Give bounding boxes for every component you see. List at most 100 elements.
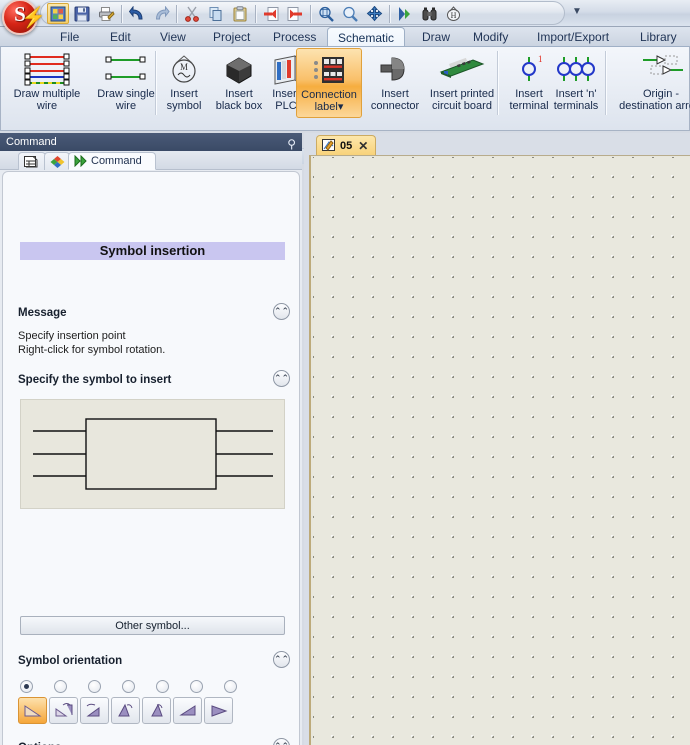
page-tab[interactable] <box>18 152 46 170</box>
orientation-radio-3[interactable] <box>122 680 135 693</box>
button-label-line2: destination arrow <box>619 99 690 112</box>
previous-page-icon[interactable] <box>260 3 282 24</box>
other-symbol-button[interactable]: Other symbol... <box>20 616 285 635</box>
binoculars-icon[interactable] <box>418 3 440 24</box>
chevron-up-icon[interactable]: ⌃⌃ <box>273 738 290 745</box>
orientation-4-icon <box>147 702 167 719</box>
button-label-line2: circuit board <box>432 99 492 112</box>
insert-black-box-button[interactable]: Insert black box <box>207 48 271 112</box>
chevron-up-icon[interactable]: ⌃⌃ <box>273 303 290 320</box>
orientation-radio-0[interactable] <box>20 680 33 693</box>
button-label-line2: terminal <box>509 99 549 112</box>
save-icon[interactable] <box>71 3 93 24</box>
orientation-6-icon <box>209 702 229 719</box>
insert-connector-button[interactable]: Insert connector <box>363 48 427 112</box>
orientation-button-4[interactable] <box>142 697 171 724</box>
origin-destination-arrow-button[interactable]: Origin - destination arrow <box>609 48 690 112</box>
tab-modify[interactable]: Modify <box>463 27 518 47</box>
button-label-line2: connector <box>370 99 420 112</box>
single-wire-icon <box>104 51 148 87</box>
svg-text:M: M <box>180 62 188 72</box>
button-label-line1: Insert printed <box>429 88 495 100</box>
tab-file[interactable]: File <box>50 27 89 47</box>
tab-draw[interactable]: Draw <box>412 27 460 47</box>
document-tab-strip: 05 ✕ <box>304 133 690 155</box>
dock-tab-strip: Command <box>0 151 302 170</box>
pcb-icon <box>437 51 487 87</box>
orientation-button-2[interactable] <box>80 697 109 724</box>
tab-view[interactable]: View <box>150 27 196 47</box>
application-logo-button[interactable]: S ⚡ <box>2 0 46 35</box>
chevron-up-icon[interactable]: ⌃⌃ <box>273 651 290 668</box>
run-icon[interactable] <box>394 3 416 24</box>
undo-icon[interactable] <box>126 3 148 24</box>
tab-schematic[interactable]: Schematic <box>327 27 406 47</box>
document-tab-05[interactable]: 05 ✕ <box>316 135 377 155</box>
button-label-line2: wire <box>36 99 58 112</box>
redo-icon[interactable] <box>150 3 172 24</box>
orientation-radio-4[interactable] <box>156 680 169 693</box>
quick-access-more-button[interactable]: ▼ <box>572 6 582 17</box>
page-icon <box>24 155 38 168</box>
help-icon[interactable]: H <box>442 3 464 24</box>
paste-icon[interactable] <box>229 3 251 24</box>
palette-tab[interactable] <box>44 152 70 170</box>
orientation-radio-1[interactable] <box>54 680 67 693</box>
terminal-icon: 1 <box>513 51 545 87</box>
orientation-radio-6[interactable] <box>224 680 237 693</box>
orientation-button-6[interactable] <box>204 697 233 724</box>
insert-printed-circuit-board-button[interactable]: Insert printed circuit board <box>420 48 504 112</box>
button-label-line1: Connection <box>301 89 357 101</box>
symbol-heading: Specify the symbol to insert <box>18 374 172 386</box>
chevron-up-icon[interactable]: ⌃⌃ <box>273 370 290 387</box>
insert-symbol-button[interactable]: M Insert symbol <box>159 48 209 112</box>
schematic-canvas[interactable] <box>313 157 690 745</box>
ribbon-tab-bar: File Edit View Project Process Schematic… <box>0 27 690 47</box>
orientation-button-3[interactable] <box>111 697 140 724</box>
orientation-button-0[interactable] <box>18 697 47 724</box>
draw-multiple-wire-button[interactable]: Draw multiple wire <box>4 48 90 112</box>
message-line-1: Specify insertion point <box>18 330 126 342</box>
tab-edit[interactable]: Edit <box>100 27 141 47</box>
orientation-heading: Symbol orientation <box>18 655 123 667</box>
pan-icon[interactable] <box>363 3 385 24</box>
connector-icon <box>376 51 414 87</box>
command-panel-body: Symbol insertion Message ⌃⌃ Specify inse… <box>2 171 300 745</box>
button-label-line1: Draw multiple <box>13 88 81 100</box>
draw-single-wire-button[interactable]: Draw single wire <box>90 48 162 112</box>
print-icon[interactable] <box>95 3 117 24</box>
insert-n-terminals-button[interactable]: Insert 'n' terminals <box>544 48 608 112</box>
close-icon[interactable]: ✕ <box>358 139 368 153</box>
command-title: Symbol insertion <box>20 242 285 260</box>
orientation-radio-5[interactable] <box>190 680 203 693</box>
tab-project[interactable]: Project <box>203 27 260 47</box>
button-label-line1: Insert <box>170 88 198 100</box>
svg-text:H: H <box>450 11 456 20</box>
cut-icon[interactable] <box>181 3 203 24</box>
palette-icon <box>50 155 65 169</box>
tab-process[interactable]: Process <box>263 27 326 47</box>
orientation-button-5[interactable] <box>173 697 202 724</box>
orientation-2-icon <box>85 702 105 719</box>
svg-text:1: 1 <box>538 54 543 64</box>
command-tab[interactable]: Command <box>68 152 156 170</box>
schematic-page-icon <box>322 139 336 152</box>
new-project-icon[interactable] <box>47 3 69 24</box>
tab-library[interactable]: Library <box>630 27 687 47</box>
schematic-canvas-wrapper <box>309 155 690 745</box>
next-page-icon[interactable] <box>284 3 306 24</box>
orientation-section: Symbol orientation ⌃⌃ <box>18 651 290 668</box>
button-label-line2: wire <box>115 99 137 112</box>
zoom-all-icon[interactable] <box>315 3 337 24</box>
orientation-1-icon <box>54 702 74 719</box>
tab-import-export[interactable]: Import/Export <box>527 27 619 47</box>
zoom-window-icon[interactable] <box>339 3 361 24</box>
button-label-line2: symbol <box>166 99 202 112</box>
symbol-section: Specify the symbol to insert ⌃⌃ <box>18 370 290 387</box>
orientation-button-1[interactable] <box>49 697 78 724</box>
symbol-preview[interactable] <box>20 399 285 509</box>
orientation-radio-2[interactable] <box>88 680 101 693</box>
connection-label-button[interactable]: Connection label▾ <box>296 48 362 118</box>
copy-icon[interactable] <box>205 3 227 24</box>
button-label-line1: Origin - <box>642 88 680 100</box>
